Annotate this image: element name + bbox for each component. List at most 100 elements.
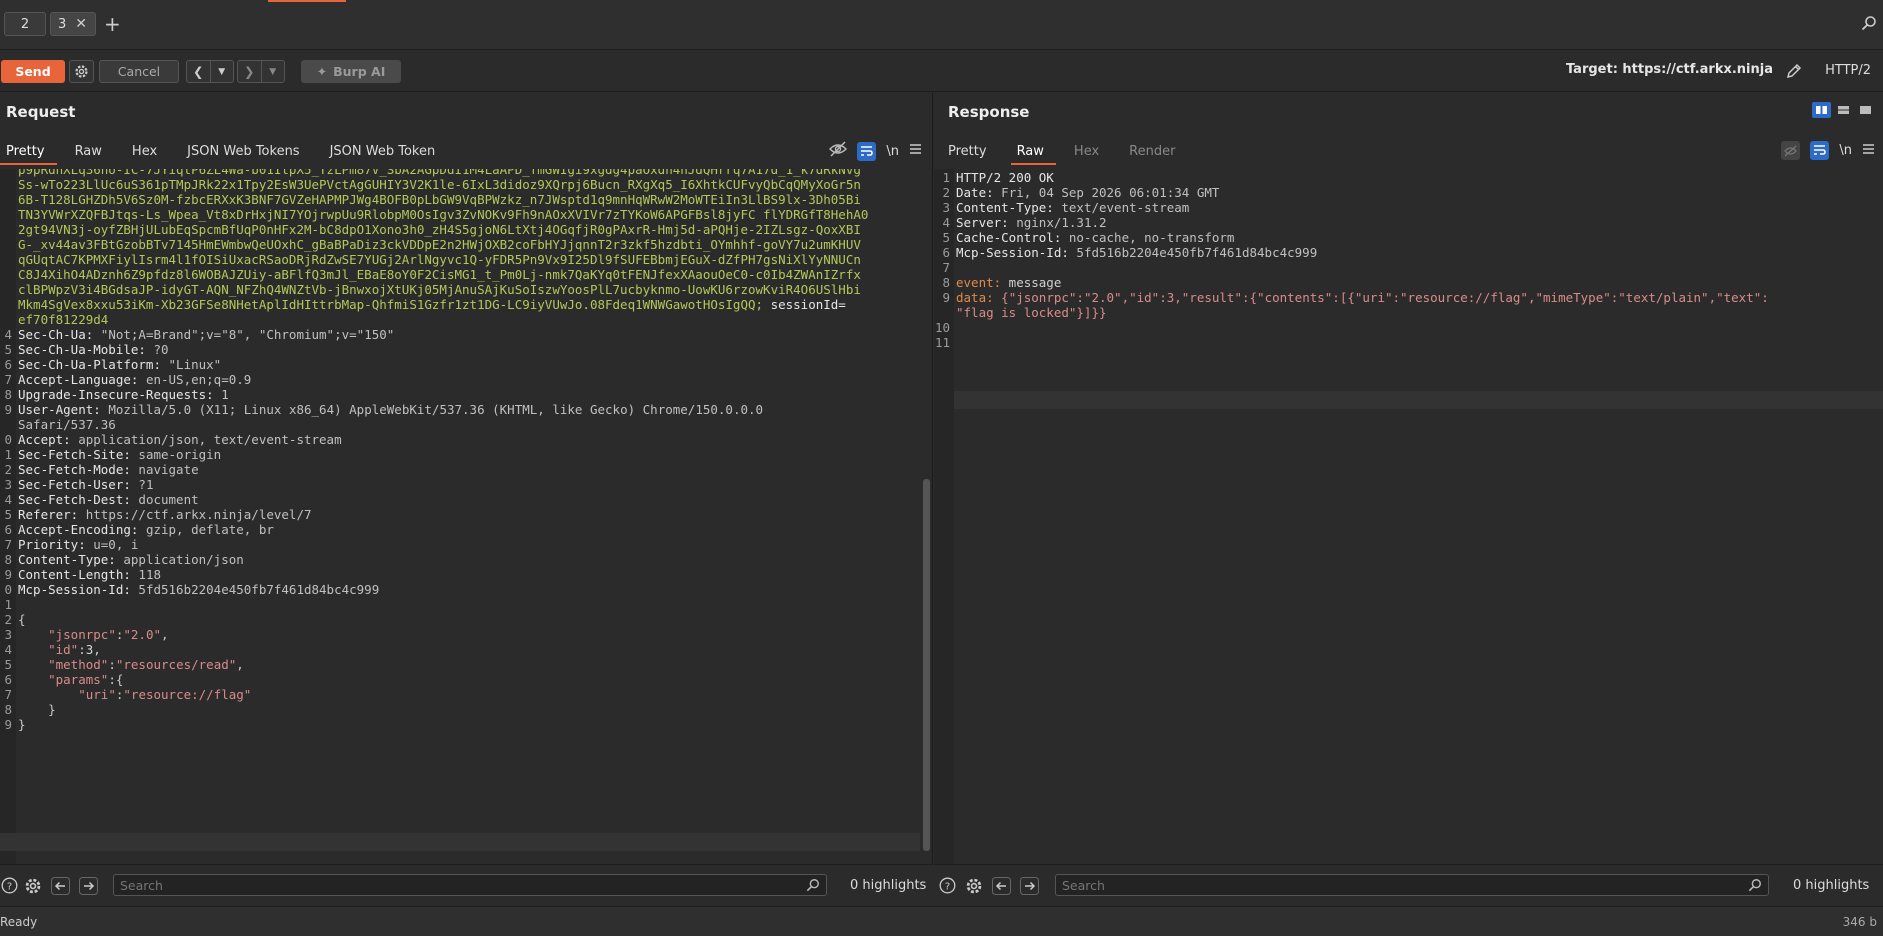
help-icon[interactable]: ? xyxy=(939,877,956,898)
request-editor[interactable]: p9pRdnXLq36nU-IC-7JYiqtP6ZL4Wa-b01ItpX5_… xyxy=(0,169,932,864)
header-name: Content-Length: xyxy=(18,567,131,582)
gear-icon[interactable] xyxy=(69,60,94,83)
line-number: 9 xyxy=(4,717,12,732)
tabbed-layout-icon[interactable] xyxy=(1856,102,1875,118)
line-number: 9 xyxy=(4,402,12,417)
vertical-scrollbar[interactable] xyxy=(923,479,930,851)
tab-accent xyxy=(268,0,346,2)
response-pane: Response Pretty Raw Hex Render \n 1 HTTP/… xyxy=(934,93,1883,864)
search-icon[interactable] xyxy=(1861,15,1877,35)
side-by-side-layout-icon[interactable] xyxy=(1812,102,1831,118)
header-name: Content-Type: xyxy=(18,552,116,567)
tab-raw[interactable]: Raw xyxy=(69,137,114,165)
burp-ai-button[interactable]: ✦ Burp AI xyxy=(301,60,401,83)
svg-text:?: ? xyxy=(7,881,12,892)
eye-off-icon[interactable] xyxy=(1781,141,1801,160)
arrow-left-icon[interactable] xyxy=(51,877,70,899)
status-bar: Ready 346 b xyxy=(0,906,1883,936)
json-colon: : xyxy=(108,657,116,672)
header-name: User-Agent: xyxy=(18,402,101,417)
tab-hex[interactable]: Hex xyxy=(126,137,169,165)
header-name: Priority: xyxy=(18,537,86,552)
header-value: application/json, text/event-stream xyxy=(70,432,342,447)
close-icon[interactable]: ✕ xyxy=(75,16,87,32)
tab-hex[interactable]: Hex xyxy=(1068,137,1111,165)
current-line-highlight xyxy=(0,833,920,851)
chevron-left-icon[interactable]: ❮ xyxy=(187,61,210,82)
search-input[interactable] xyxy=(1055,874,1769,896)
header-name: Mcp-Session-Id: xyxy=(956,245,1069,260)
tab-json-web-token[interactable]: JSON Web Token xyxy=(324,137,448,165)
response-editor[interactable]: 1 HTTP/2 200 OK 2 Date: Fri, 04 Sep 2026 06… xyxy=(934,169,1883,864)
event-data-json: {"jsonrpc":"2.0","id":3,"result":{"conte… xyxy=(993,290,1769,305)
eye-off-icon[interactable] xyxy=(829,141,848,161)
header-value: "Not;A=Brand";v="8", "Chromium";v="150" xyxy=(93,327,395,342)
request-editor-options: \n xyxy=(829,141,922,161)
repeater-tab-2[interactable]: 2 xyxy=(4,12,46,36)
response-title: Response xyxy=(948,103,1030,121)
tab-json-web-tokens[interactable]: JSON Web Tokens xyxy=(181,137,311,165)
response-size: 346 b xyxy=(1842,915,1877,929)
menu-icon[interactable] xyxy=(909,143,922,159)
header-name: HTTP/2 200 OK xyxy=(956,170,1054,185)
tab-pretty[interactable]: Pretty xyxy=(0,137,57,165)
burp-ai-label: Burp AI xyxy=(333,64,386,79)
chevron-down-icon[interactable]: ▼ xyxy=(260,61,285,82)
help-icon[interactable]: ? xyxy=(1,877,18,898)
menu-icon[interactable] xyxy=(1862,143,1875,159)
back-history-button[interactable]: ❮ ▼ xyxy=(186,60,234,83)
request-title: Request xyxy=(6,103,76,121)
show-newlines-toggle[interactable]: \n xyxy=(1839,143,1852,158)
header-value: Fri, 04 Sep 2026 06:01:34 GMT xyxy=(993,185,1220,200)
tab-render[interactable]: Render xyxy=(1123,137,1187,165)
cancel-button[interactable]: Cancel xyxy=(99,60,179,83)
arrow-left-icon[interactable] xyxy=(992,877,1011,899)
arrow-right-icon[interactable] xyxy=(79,877,98,899)
gear-icon[interactable] xyxy=(24,877,42,899)
search-input[interactable] xyxy=(113,874,827,896)
chevron-right-icon[interactable]: ❯ xyxy=(238,61,261,82)
header-value: ?1 xyxy=(130,477,154,492)
cookie-value: 2gt94VN3j-oyfZBHjULubEqSpcmBfUqP0nHFx2M-… xyxy=(18,222,861,237)
add-tab-icon[interactable]: + xyxy=(104,12,121,36)
line-number: 9 xyxy=(942,290,950,305)
show-newlines-toggle[interactable]: \n xyxy=(886,144,899,159)
wrap-lines-icon[interactable] xyxy=(1810,141,1830,160)
search-icon xyxy=(806,878,820,896)
send-button[interactable]: Send xyxy=(1,60,65,83)
repeater-tab-3[interactable]: 3 ✕ xyxy=(50,12,96,36)
pencil-icon[interactable] xyxy=(1785,62,1803,84)
forward-history-button[interactable]: ❯ ▼ xyxy=(237,60,285,83)
cookie-value: qGUqtAC7KPMXFiylIsrm4l1fOISiUxacRSaoDRjR… xyxy=(18,252,861,267)
header-value: Safari/537.36 xyxy=(18,417,116,432)
header-value: 5fd516b2204e450fb7f461d84bc4c999 xyxy=(130,582,380,597)
target-label: Target: https://ctf.arkx.ninja xyxy=(1565,62,1773,77)
header-value: application/json xyxy=(115,552,244,567)
stacked-layout-icon[interactable] xyxy=(1834,102,1853,118)
http-version[interactable]: HTTP/2 xyxy=(1825,63,1871,78)
header-name: Sec-Fetch-Dest: xyxy=(18,492,131,507)
request-search-bar: ? 0 highlights xyxy=(0,864,933,906)
header-name: Sec-Fetch-Site: xyxy=(18,447,131,462)
svg-text:?: ? xyxy=(945,881,950,892)
header-value: 1 xyxy=(213,387,229,402)
wrap-lines-icon[interactable] xyxy=(857,141,877,161)
line-text: "flag is locked"}]}} xyxy=(956,304,1107,322)
json-brace: { xyxy=(18,612,26,627)
arrow-right-icon[interactable] xyxy=(1020,877,1039,899)
header-name: Date: xyxy=(956,185,994,200)
header-name: Referer: xyxy=(18,507,79,522)
gear-icon[interactable] xyxy=(965,877,983,899)
header-value: u=0, i xyxy=(85,537,139,552)
tab-pretty[interactable]: Pretty xyxy=(942,137,999,165)
tab-raw[interactable]: Raw xyxy=(1010,137,1057,165)
json-key: "id" xyxy=(48,642,79,657)
json-brace: } xyxy=(18,702,56,717)
header-name: Accept-Encoding: xyxy=(18,522,139,537)
tab-label: 3 xyxy=(58,16,67,32)
chevron-down-icon[interactable]: ▼ xyxy=(209,61,234,82)
header-name: event: xyxy=(956,275,1002,290)
line-text: Mcp-Session-Id: 5fd516b2204e450fb7f461d8… xyxy=(956,244,1317,262)
response-search-bar: ? 0 highlights xyxy=(934,864,1883,906)
